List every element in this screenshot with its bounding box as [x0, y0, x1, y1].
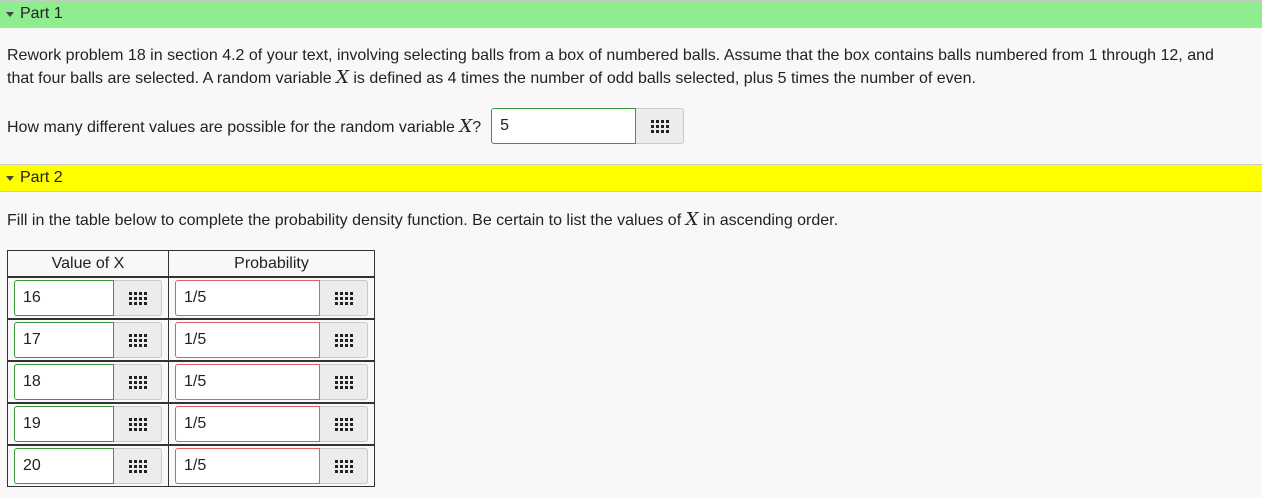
- part1-header[interactable]: Part 1: [0, 0, 1262, 28]
- table-row: [7, 276, 375, 320]
- value-cell: [7, 444, 169, 487]
- equation-editor-button[interactable]: [114, 364, 162, 400]
- probability-input[interactable]: [175, 322, 320, 358]
- grid-icon: [128, 333, 147, 347]
- equation-editor-button[interactable]: [320, 406, 368, 442]
- part2-title: Part 2: [20, 169, 63, 186]
- answer-input[interactable]: [491, 108, 637, 144]
- value-field-group: [14, 280, 163, 316]
- part1-body: Rework problem 18 in section 4.2 of your…: [0, 28, 1262, 164]
- value-input[interactable]: [14, 280, 114, 316]
- part2-body: Fill in the table below to complete the …: [0, 192, 1262, 495]
- equation-editor-button[interactable]: [320, 448, 368, 484]
- value-cell: [7, 360, 169, 404]
- grid-icon: [650, 119, 669, 133]
- grid-icon: [334, 375, 353, 389]
- equation-editor-button[interactable]: [320, 364, 368, 400]
- value-field-group: [14, 364, 163, 400]
- problem-text: Rework problem 18 in section 4.2 of your…: [7, 47, 1214, 88]
- caret-down-icon: [6, 11, 14, 17]
- grid-icon: [334, 291, 353, 305]
- part1-title: Part 1: [20, 5, 63, 22]
- probability-field-group: [175, 280, 369, 316]
- probability-cell: [168, 318, 375, 362]
- question-label: How many different values are possible f…: [7, 115, 482, 137]
- probability-cell: [168, 276, 375, 320]
- probability-input[interactable]: [175, 364, 320, 400]
- pdf-table: Value of X Probability: [7, 250, 375, 487]
- table-row: [7, 444, 375, 487]
- value-input[interactable]: [14, 448, 114, 484]
- table-row: [7, 360, 375, 404]
- probability-field-group: [175, 364, 369, 400]
- value-field-group: [14, 448, 163, 484]
- value-field-group: [14, 322, 163, 358]
- value-cell: [7, 318, 169, 362]
- equation-editor-button[interactable]: [114, 322, 162, 358]
- math-variable: X: [459, 115, 473, 137]
- answer-field-group: [491, 108, 685, 144]
- caret-down-icon: [6, 175, 14, 181]
- equation-editor-button[interactable]: [636, 108, 685, 144]
- probability-field-group: [175, 322, 369, 358]
- column-header-probability: Probability: [168, 250, 375, 278]
- equation-editor-button[interactable]: [320, 280, 368, 316]
- probability-cell: [168, 402, 375, 446]
- probability-field-group: [175, 448, 369, 484]
- equation-editor-button[interactable]: [320, 322, 368, 358]
- math-variable: X: [685, 209, 699, 230]
- part2-header[interactable]: Part 2: [0, 164, 1262, 192]
- grid-icon: [128, 291, 147, 305]
- table-row: [7, 402, 375, 446]
- value-input[interactable]: [14, 364, 114, 400]
- value-input[interactable]: [14, 322, 114, 358]
- value-field-group: [14, 406, 163, 442]
- column-header-value: Value of X: [7, 250, 169, 278]
- grid-icon: [334, 333, 353, 347]
- grid-icon: [128, 375, 147, 389]
- probability-input[interactable]: [175, 280, 320, 316]
- instruction-text: Fill in the table below to complete the …: [7, 209, 839, 230]
- equation-editor-button[interactable]: [114, 280, 162, 316]
- equation-editor-button[interactable]: [114, 406, 162, 442]
- grid-icon: [334, 459, 353, 473]
- grid-icon: [334, 417, 353, 431]
- equation-editor-button[interactable]: [114, 448, 162, 484]
- probability-cell: [168, 444, 375, 487]
- math-variable: X: [336, 67, 349, 88]
- probability-cell: [168, 360, 375, 404]
- table-row: [7, 318, 375, 362]
- probability-input[interactable]: [175, 448, 320, 484]
- probability-field-group: [175, 406, 369, 442]
- probability-input[interactable]: [175, 406, 320, 442]
- value-cell: [7, 276, 169, 320]
- grid-icon: [128, 459, 147, 473]
- grid-icon: [128, 417, 147, 431]
- answer-row: How many different values are possible f…: [7, 108, 685, 144]
- value-input[interactable]: [14, 406, 114, 442]
- value-cell: [7, 402, 169, 446]
